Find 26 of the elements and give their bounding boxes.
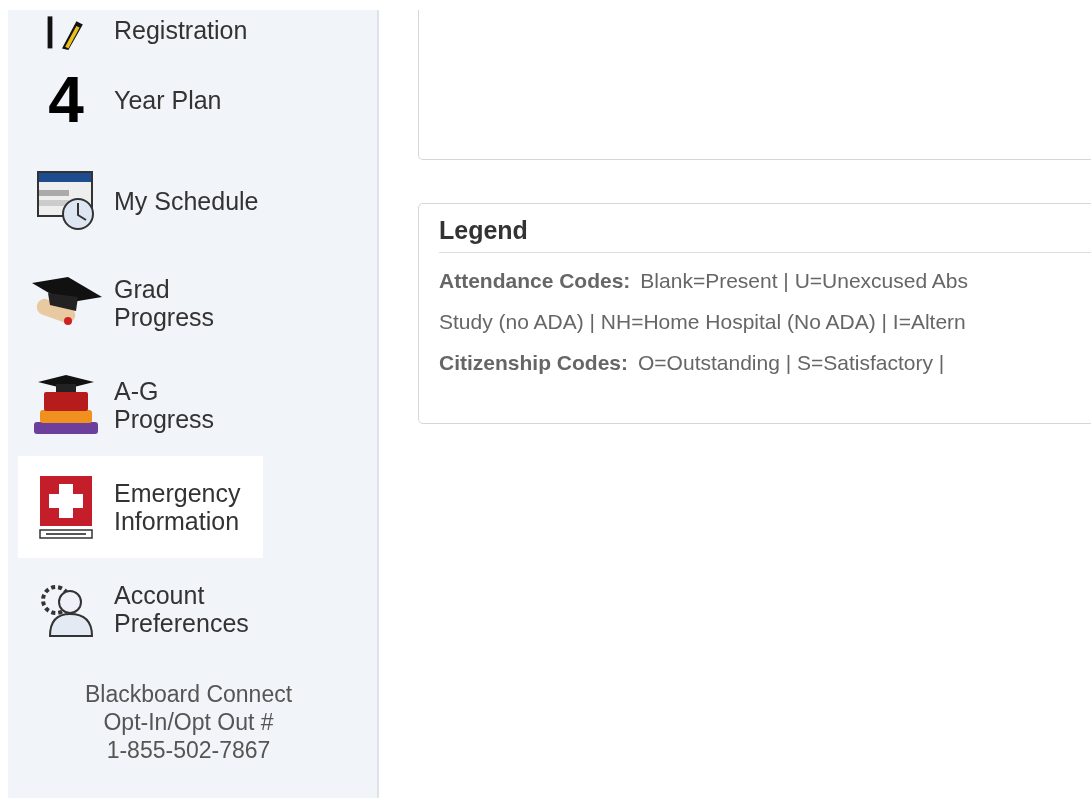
sidebar-label: Registration	[114, 16, 249, 44]
sidebar-label: A-G Progress	[114, 377, 216, 433]
sidebar-item[interactable]: Registration	[18, 10, 263, 50]
digit-icon: 4	[48, 68, 84, 132]
sidebar-label: My Schedule	[114, 187, 260, 215]
footer-text: 1-855-502-7867	[106, 736, 271, 764]
sidebar-item[interactable]: Grad Progress	[18, 252, 263, 354]
sidebar-item[interactable]: 4 Year Plan	[18, 50, 263, 150]
code-label: Citizenship Codes:	[439, 350, 628, 376]
sidebar-label: Year Plan	[114, 86, 223, 114]
footer-text: Blackboard Connect	[84, 680, 293, 708]
legend-title: Legend	[439, 215, 529, 246]
sidebar-label: Emergency Information	[114, 479, 242, 535]
code-text: O=Outstanding | S=Satisfactory |	[638, 350, 945, 376]
sidebar-label: Account Preferences	[114, 581, 250, 637]
footer-text: Opt-In/Opt Out #	[103, 708, 274, 736]
sidebar-label: Grad Progress	[114, 275, 216, 331]
first-aid-icon	[38, 474, 94, 540]
code-label: Attendance Codes:	[439, 268, 631, 294]
sidebar-item[interactable]: My Schedule	[18, 150, 263, 252]
code-text: Study (no ADA) | NH=Home Hospital (No ADA) | I=Altern	[439, 309, 966, 335]
sidebar-item[interactable]: Emergency Information	[18, 456, 263, 558]
schedule-icon	[36, 170, 96, 232]
sidebar-item[interactable]: A-G Progress	[18, 354, 263, 456]
code-text: Blank=Present | U=Unexcused Abs	[640, 268, 968, 294]
sidebar-item[interactable]: Account Preferences	[18, 558, 263, 660]
